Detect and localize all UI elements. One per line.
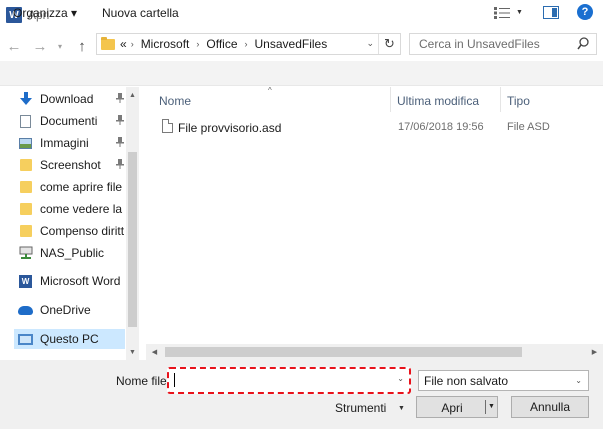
pin-icon[interactable]: [116, 93, 124, 105]
sort-ascending-icon: ^: [268, 86, 272, 95]
column-divider[interactable]: [390, 87, 391, 112]
sidebar-item-microsoft-word[interactable]: W Microsoft Word: [18, 271, 126, 291]
sidebar-item-immagini[interactable]: Immagini: [18, 133, 126, 153]
breadcrumb-separator-icon[interactable]: ›: [196, 39, 199, 49]
sidebar-item-label: Download: [40, 92, 94, 106]
file-type: File ASD: [507, 121, 550, 133]
search-icon[interactable]: [577, 37, 589, 51]
file-modified-date: 17/06/2018 19:56: [398, 121, 484, 133]
sidebar-item-label: Screenshot: [40, 158, 101, 172]
sidebar-item-download[interactable]: Download: [18, 89, 126, 109]
preview-pane-icon[interactable]: [543, 6, 559, 19]
organize-button[interactable]: Organizza ▾: [13, 6, 77, 20]
sidebar-item-come-aprire-file[interactable]: come aprire file: [18, 177, 126, 197]
column-header-nome[interactable]: Nome: [159, 94, 191, 108]
scroll-up-icon[interactable]: ▲: [126, 87, 139, 103]
network-drive-icon: [18, 246, 33, 260]
breadcrumb-microsoft[interactable]: Microsoft: [141, 37, 190, 51]
details-view-icon: [494, 6, 510, 19]
folder-icon: [101, 36, 115, 50]
breadcrumb-separator-icon[interactable]: ›: [131, 39, 134, 49]
sidebar-item-label: Documenti: [40, 114, 98, 128]
scroll-right-icon[interactable]: ▶: [586, 344, 603, 360]
documents-icon: [18, 114, 33, 128]
file-icon: [162, 119, 173, 133]
help-icon[interactable]: ?: [577, 4, 593, 20]
view-options-button[interactable]: ▼: [494, 5, 526, 20]
sidebar-item-label: Compenso diritt: [40, 224, 125, 238]
sidebar-item-questo-pc[interactable]: Questo PC: [14, 329, 125, 349]
sidebar-item-label: Microsoft Word: [40, 274, 121, 288]
column-divider[interactable]: [500, 87, 501, 112]
scroll-left-icon[interactable]: ◀: [146, 344, 163, 360]
breadcrumb-separator-icon[interactable]: ›: [245, 39, 248, 49]
sidebar-item-nas-public[interactable]: NAS_Public: [18, 243, 126, 263]
pin-icon[interactable]: [116, 137, 124, 149]
pictures-icon: [18, 136, 33, 150]
back-arrow-icon[interactable]: ←: [4, 36, 24, 56]
split-divider: [485, 400, 486, 414]
recent-locations-chevron-icon[interactable]: ▾: [53, 36, 67, 56]
cancel-button[interactable]: Annulla: [511, 396, 589, 418]
sidebar-item-label: come aprire file: [40, 180, 123, 194]
forward-arrow-icon[interactable]: →: [30, 36, 50, 56]
new-folder-button[interactable]: Nuova cartella: [102, 6, 179, 20]
folder-icon: [18, 180, 33, 194]
download-icon: [18, 92, 33, 106]
filetype-selected-value: File non salvato: [424, 374, 509, 388]
filename-input[interactable]: [173, 372, 393, 388]
folder-icon: [18, 224, 33, 238]
scroll-down-icon[interactable]: ▼: [126, 344, 139, 360]
sidebar-item-label: Questo PC: [40, 332, 99, 346]
tools-button[interactable]: Strumenti: [335, 401, 386, 415]
sidebar-item-label: come vedere la r: [40, 202, 126, 216]
this-pc-icon: [18, 332, 33, 346]
chevron-down-icon[interactable]: ▼: [398, 405, 405, 412]
breadcrumb-overflow[interactable]: «: [120, 37, 127, 51]
chevron-down-icon: ⌄: [575, 376, 582, 385]
refresh-icon[interactable]: ↻: [378, 34, 400, 54]
file-name[interactable]: File provvisorio.asd: [178, 121, 281, 135]
sidebar-item-onedrive[interactable]: OneDrive: [18, 300, 126, 320]
word-icon: W: [18, 274, 33, 288]
search-box[interactable]: [409, 33, 597, 55]
filename-highlight[interactable]: ⌄: [167, 367, 411, 394]
text-caret: [174, 373, 175, 387]
sidebar-item-label: NAS_Public: [40, 246, 105, 260]
open-button-label: Apri: [441, 401, 463, 415]
breadcrumb-unsavedfiles[interactable]: UnsavedFiles: [255, 37, 328, 51]
search-input[interactable]: [410, 37, 570, 51]
horizontal-scroll-thumb[interactable]: [165, 347, 522, 357]
sidebar-item-come-vedere[interactable]: come vedere la r: [18, 199, 126, 219]
open-button[interactable]: Apri ▼: [416, 396, 498, 418]
chevron-down-icon: ▼: [516, 9, 523, 16]
sidebar-item-documenti[interactable]: Documenti: [18, 111, 126, 131]
chevron-down-icon[interactable]: ▼: [488, 403, 495, 410]
command-bar: [0, 61, 603, 86]
sidebar-item-compenso[interactable]: Compenso diritt: [18, 221, 126, 241]
onedrive-icon: [18, 303, 33, 317]
filetype-select[interactable]: File non salvato ⌄: [418, 370, 589, 391]
folder-icon: [18, 202, 33, 216]
filename-label: Nome file:: [116, 374, 171, 388]
sidebar-scroll-thumb[interactable]: [128, 152, 137, 327]
breadcrumb-office[interactable]: Office: [206, 37, 237, 51]
sidebar-item-screenshot[interactable]: Screenshot: [18, 155, 126, 175]
sidebar-item-label: Immagini: [40, 136, 89, 150]
pin-icon[interactable]: [116, 115, 124, 127]
up-arrow-icon[interactable]: ↑: [72, 36, 92, 56]
chevron-down-icon[interactable]: ⌄: [366, 38, 374, 49]
sidebar-item-label: OneDrive: [40, 303, 91, 317]
pin-icon[interactable]: [116, 159, 124, 171]
address-bar[interactable]: « › Microsoft › Office › UnsavedFiles ⌄ …: [96, 33, 401, 55]
navigation-pane: Download Documenti Immagini Screenshot c…: [0, 87, 139, 360]
column-header-tipo[interactable]: Tipo: [507, 94, 530, 108]
chevron-down-icon[interactable]: ⌄: [397, 374, 404, 383]
column-header-ultima-modifica[interactable]: Ultima modifica: [397, 94, 479, 108]
folder-icon: [18, 158, 33, 172]
